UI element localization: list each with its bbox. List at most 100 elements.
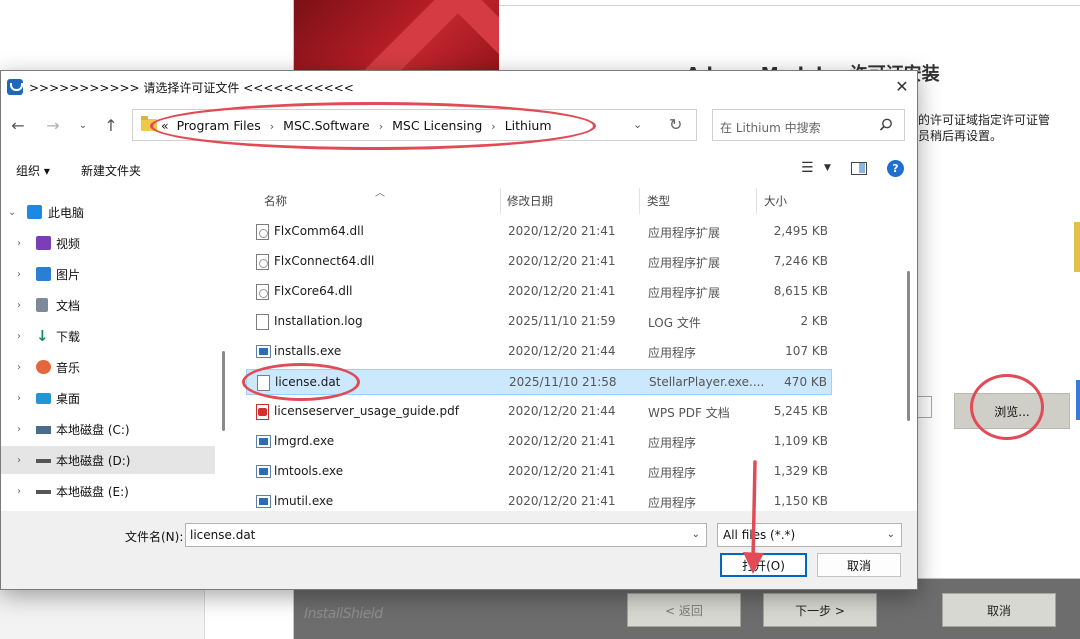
file-name: Installation.log [274,314,363,328]
filename-value: license.dat [190,528,256,542]
nav-item-pictures[interactable]: › 图片 [1,260,215,288]
column-header-type[interactable]: 类型 [647,193,670,209]
filename-input[interactable]: license.dat ⌄ [185,523,707,547]
chevron-right-icon[interactable]: › [17,238,21,249]
exe-file-icon [256,465,271,478]
nav-item-label: 此电脑 [48,205,85,220]
installer-cancel-button[interactable]: 取消 [942,593,1056,627]
chevron-right-icon[interactable]: › [17,362,21,373]
chevron-right-icon[interactable]: › [17,269,21,280]
file-row[interactable]: licenseserver_usage_guide.pdf 2020/12/20… [246,399,832,425]
file-name: FlxComm64.dll [274,224,364,238]
nav-item-label: 本地磁盘 (E:) [56,484,129,499]
column-divider[interactable] [500,188,501,214]
back-arrow-icon[interactable]: ← [6,113,30,137]
file-date: 2020/12/20 21:44 [508,404,616,418]
nav-item-videos[interactable]: › 视频 [1,229,215,257]
chevron-right-icon[interactable]: › [17,486,21,497]
nav-item-this-pc[interactable]: ⌄ 此电脑 [1,198,215,226]
nav-item-label: 本地磁盘 (D:) [56,453,131,468]
nav-item-music[interactable]: › 音乐 [1,353,215,381]
organize-menu[interactable]: 组织 ▾ [16,162,50,179]
chevron-down-icon[interactable]: ⌄ [887,529,895,540]
annotation-ellipse-path [150,102,596,150]
preview-pane-icon[interactable] [851,162,867,175]
next-button[interactable]: 下一步 > [763,593,877,627]
installer-description-line: 理员稍后再设置。 [906,129,1003,143]
nav-item-label: 音乐 [56,360,81,375]
navigation-pane-scrollbar[interactable] [222,351,225,431]
view-list-icon[interactable]: ☰ [801,160,814,176]
file-size: 1,109 KB [773,434,828,448]
column-header-name[interactable]: 名称 [264,193,287,209]
file-name: installs.exe [274,344,342,358]
nav-item-documents[interactable]: › 文档 [1,291,215,319]
file-date: 2020/12/20 21:41 [508,224,616,238]
nav-item-label: 图片 [56,267,81,282]
help-icon[interactable]: ? [887,160,904,177]
filename-label: 文件名(N): [125,530,184,544]
dialog-cancel-button[interactable]: 取消 [817,553,901,577]
file-size: 2 KB [800,314,828,328]
nav-item-desktop[interactable]: › 桌面 [1,384,215,412]
drive-icon [36,490,51,494]
file-name: FlxCore64.dll [274,284,353,298]
forward-arrow-icon[interactable]: → [41,113,65,137]
download-icon: ↓ [36,327,49,345]
column-divider[interactable] [639,188,640,214]
file-row[interactable]: installs.exe 2020/12/20 21:44 应用程序 107 K… [246,339,832,365]
nav-item-drive-c[interactable]: › 本地磁盘 (C:) [1,415,215,443]
new-folder-button[interactable]: 新建文件夹 [81,162,141,179]
column-header-date[interactable]: 修改日期 [507,193,553,209]
nav-item-label: 文档 [56,298,81,313]
file-row[interactable]: Installation.log 2025/11/10 21:59 LOG 文件… [246,309,832,335]
navigation-pane: ⌄ 此电脑 › 视频 › 图片 › 文档 › ↓ 下载 › 音乐 › 桌面 › … [1,188,216,510]
close-icon[interactable]: ✕ [889,74,915,98]
nav-item-drive-d[interactable]: › 本地磁盘 (D:) [1,446,215,474]
chevron-down-icon[interactable]: ⌄ [692,529,700,540]
dialog-title: >>>>>>>>>>> 请选择许可证文件 <<<<<<<<<<< [29,81,354,95]
file-row[interactable]: FlxComm64.dll 2020/12/20 21:41 应用程序扩展 2,… [246,219,832,245]
file-size: 8,615 KB [773,284,828,298]
file-list-header: ︿ 名称 修改日期 类型 大小 [234,184,832,216]
music-icon [36,360,51,374]
exe-file-icon [256,345,271,358]
file-list-scrollbar[interactable] [907,271,910,421]
column-divider[interactable] [756,188,757,214]
chevron-right-icon[interactable]: › [17,393,21,404]
sort-ascending-icon: ︿ [375,188,385,199]
installshield-brand: InstallShield [304,606,383,622]
search-input[interactable]: 在 Lithium 中搜索 [712,109,905,141]
dialog-footer: 文件名(N): license.dat ⌄ All files (*.*) ⌄ … [1,511,917,589]
file-row[interactable]: lmgrd.exe 2020/12/20 21:41 应用程序 1,109 KB [246,429,832,455]
refresh-icon[interactable]: ↻ [669,115,682,134]
nav-item-downloads[interactable]: › ↓ 下载 [1,322,215,350]
file-icon [256,314,269,330]
chevron-right-icon[interactable]: › [17,455,21,466]
exe-file-icon [256,435,271,448]
file-type: 应用程序 [648,496,697,510]
chevron-right-icon[interactable]: › [17,300,21,311]
file-date: 2025/11/10 21:59 [508,314,616,328]
chevron-down-icon[interactable]: ⌄ [633,118,642,131]
installer-description: 面的许可证域指定许可证管 理员稍后再设置。 [906,112,1080,144]
dll-file-icon [256,224,269,240]
back-button[interactable]: < 返回 [627,593,741,627]
nav-item-drive-e[interactable]: › 本地磁盘 (E:) [1,477,215,505]
chevron-down-icon[interactable]: ⌄ [8,207,16,218]
monitor-icon [27,205,42,219]
chevron-down-icon[interactable]: ⌄ [71,113,95,137]
file-row[interactable]: FlxCore64.dll 2020/12/20 21:41 应用程序扩展 8,… [246,279,832,305]
file-size: 470 KB [784,375,827,389]
annotation-ellipse-file [242,363,360,401]
chevron-right-icon[interactable]: › [17,424,21,435]
column-header-size[interactable]: 大小 [764,193,787,209]
chevron-right-icon[interactable]: › [17,331,21,342]
file-name: lmtools.exe [274,464,344,478]
file-row[interactable]: FlxConnect64.dll 2020/12/20 21:41 应用程序扩展… [246,249,832,275]
file-type: WPS PDF 文档 [648,406,730,420]
dialog-titlebar[interactable]: >>>>>>>>>>> 请选择许可证文件 <<<<<<<<<<< ✕ [1,71,917,102]
up-arrow-icon[interactable]: ↑ [99,113,123,137]
file-name: lmutil.exe [274,494,334,508]
view-options-dropdown-icon[interactable]: ▼ [824,163,831,173]
